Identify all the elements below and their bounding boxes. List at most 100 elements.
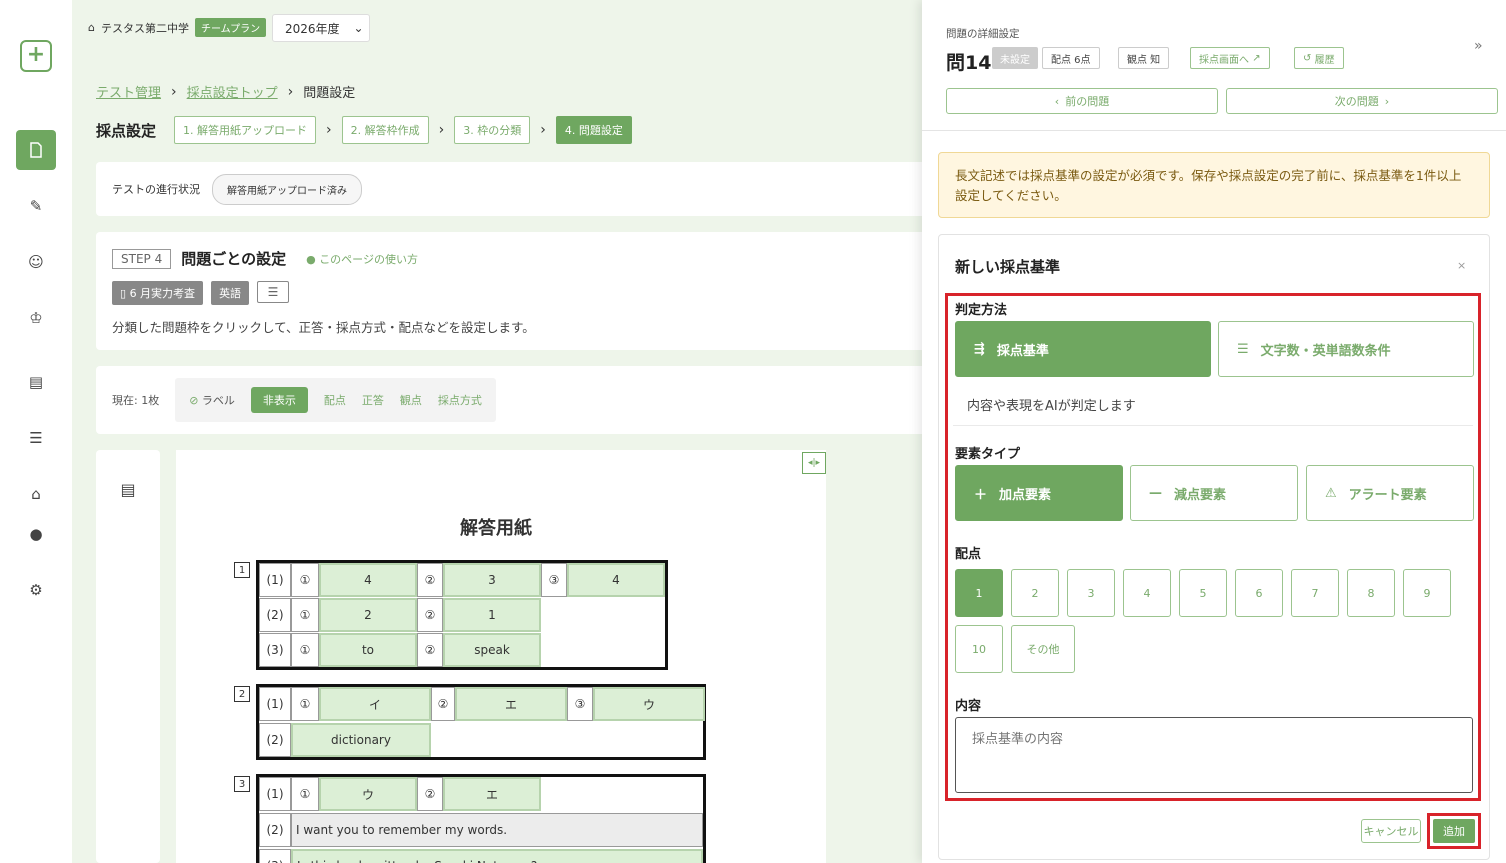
close-icon[interactable]: × [1457,259,1466,272]
method-criteria-button[interactable]: ⇶ 採点基準 [955,321,1211,377]
row-label: (2) [259,723,291,757]
toggle-viewpoint[interactable]: 観点 [400,392,422,408]
points-option-7[interactable]: 7 [1291,569,1339,617]
warning-icon: ⚠ [1325,485,1337,501]
prev-label: 前の問題 [1065,95,1110,108]
points-label: 配点 [955,547,982,562]
points-option-9[interactable]: 9 [1403,569,1451,617]
label-toggle[interactable]: ⊘ ラベル [189,392,235,408]
answer-cell[interactable]: 4 [319,563,417,597]
answer-cell[interactable]: ウ [593,687,705,721]
points-option-10[interactable]: 10 [955,625,1003,673]
step-question-settings[interactable]: 4. 問題設定 [555,116,632,144]
list-icon[interactable]: ☰ [16,418,56,458]
chevron-down-icon: ⌄ [353,21,364,35]
question-detail-panel: 問題の詳細設定 問14 未設定 配点 6点 観点 知 採点画面へ ↗ ↺ 履歴 … [922,0,1506,863]
list-icon[interactable]: ▤ [120,480,135,863]
sub-label: ② [431,687,455,721]
sort-icon: ⇶ [974,341,985,357]
help-link-label: このページの使い方 [319,252,418,266]
form-icon[interactable]: ☰ [257,281,290,303]
external-link-icon: ↗ [1252,52,1261,64]
prev-question-button[interactable]: ‹ 前の問題 [946,88,1218,114]
row-label: (2) [259,598,291,632]
report-icon[interactable]: ▤ [16,362,56,402]
answer-cell[interactable]: ウ [319,777,417,811]
answer-cell[interactable]: speak [443,633,541,667]
group-icon[interactable]: ☺ [16,242,56,282]
cancel-button[interactable]: キャンセル [1361,819,1421,843]
sub-label: ① [291,633,319,667]
answer-cell[interactable]: to [319,633,417,667]
answer-cell[interactable]: エ [455,687,567,721]
points-option-other[interactable]: その他 [1011,625,1075,673]
divider [953,425,1473,426]
step-upload[interactable]: 1. 解答用紙アップロード [174,116,317,144]
scoring-screen-button[interactable]: 採点画面へ ↗ [1190,47,1270,69]
type-minus-button[interactable]: — 減点要素 [1130,465,1298,521]
history-button[interactable]: ↺ 履歴 [1294,47,1344,69]
collapse-panel-icon[interactable]: » [1474,38,1483,54]
question-number: 3 [234,776,250,792]
points-option-1[interactable]: 1 [955,569,1003,617]
points-option-6[interactable]: 6 [1235,569,1283,617]
question-block-2: (1) ① イ ② エ ③ ウ (2) dictionary [256,684,706,760]
school-info: ⌂ テスタス第二中学 チームプラン [88,18,267,37]
toggle-hide[interactable]: 非表示 [250,387,308,413]
answer-cell[interactable]: イ [319,687,431,721]
toggle-scoring-method[interactable]: 採点方式 [438,392,482,408]
label-toggle-text: ラベル [201,394,235,407]
pen-icon[interactable]: ✎ [16,186,56,226]
method-wordcount-label: 文字数・英単語数条件 [1260,343,1391,359]
step-frame-classify[interactable]: 3. 枠の分類 [454,116,531,144]
row-label: (1) [259,687,291,721]
viewpoint-badge: 観点 知 [1118,47,1170,69]
view-toolbar: 現在: 1枚 ⊘ ラベル 非表示 配点 正答 観点 採点方式 [96,366,926,434]
toggle-answer[interactable]: 正答 [362,392,384,408]
row-label: (3) [259,633,291,667]
label-toggle-group: ⊘ ラベル 非表示 配点 正答 観点 採点方式 [175,378,496,422]
add-button[interactable]: 追加 [1433,819,1475,843]
sub-label: ① [291,687,319,721]
answer-cell[interactable]: 1 [443,598,541,632]
answer-cell[interactable]: 3 [443,563,541,597]
next-question-button[interactable]: 次の問題 › [1226,88,1498,114]
points-option-8[interactable]: 8 [1347,569,1395,617]
points-option-4[interactable]: 4 [1123,569,1171,617]
answer-cell[interactable]: エ [443,777,541,811]
step-title: 問題ごとの設定 [181,250,287,268]
expand-width-icon[interactable]: ◂|▸ [802,452,826,474]
points-option-5[interactable]: 5 [1179,569,1227,617]
chevron-right-icon: › [1384,94,1390,108]
method-wordcount-button[interactable]: ☰ 文字数・英単語数条件 [1218,321,1474,377]
breadcrumb-test-management[interactable]: テスト管理 [96,82,161,101]
year-select[interactable]: 2026年度 ⌄ [272,14,370,42]
answer-cell[interactable]: 4 [567,563,665,597]
points-option-2[interactable]: 2 [1011,569,1059,617]
answer-sheet: ◂|▸ 解答用紙 1 (1) ① 4 ② 3 ③ 4 (2) ① 2 ② 1 (… [176,450,826,863]
answer-cell[interactable]: 2 [319,598,417,632]
add-button-highlight: 追加 [1427,813,1481,849]
method-criteria-label: 採点基準 [996,343,1049,359]
toggle-points[interactable]: 配点 [324,392,346,408]
school-icon[interactable]: ⌂ [16,474,56,514]
type-alert-button[interactable]: ⚠ アラート要素 [1306,465,1474,521]
help-link[interactable]: ● このページの使い方 [306,251,418,267]
document-icon[interactable] [16,130,56,170]
answer-cell[interactable]: dictionary [291,723,431,757]
type-minus-label: 減点要素 [1174,487,1227,503]
new-test-button[interactable]: + [20,40,52,72]
gear-icon[interactable]: ⚙ [16,570,56,610]
user-icon[interactable]: ● [16,514,56,554]
step-frame-create[interactable]: 2. 解答枠作成 [341,116,429,144]
criteria-content-input[interactable] [955,717,1473,793]
answer-cell[interactable]: I want you to remember my words. [291,813,703,847]
points-option-3[interactable]: 3 [1067,569,1115,617]
graduation-icon[interactable]: ♔ [16,298,56,338]
chevron-left-icon: ‹ [1054,94,1060,108]
list-icon: ☰ [1237,341,1249,357]
type-label: 要素タイプ [955,447,1021,462]
answer-cell[interactable]: Is this book written by Sasaki Natsume? [291,849,703,863]
breadcrumb-scoring-top[interactable]: 採点設定トップ [187,82,278,101]
type-plus-button[interactable]: ＋ 加点要素 [955,465,1123,521]
